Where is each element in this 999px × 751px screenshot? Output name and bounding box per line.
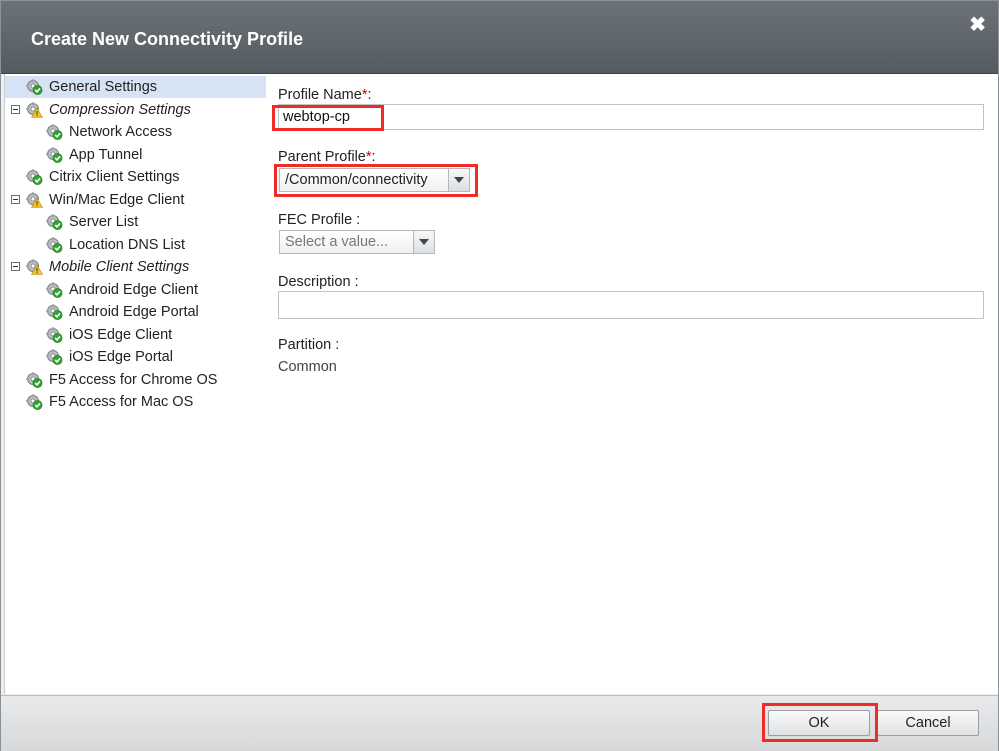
tree-item-label: Location DNS List xyxy=(69,236,186,253)
profile-name-label: Profile Name*: xyxy=(278,87,372,103)
dialog-title: Create New Connectivity Profile xyxy=(31,29,304,49)
tree-item-label: Android Edge Client xyxy=(69,281,198,298)
gear-check-icon xyxy=(45,214,63,230)
tree-item-label: App Tunnel xyxy=(69,146,143,163)
gear-check-icon xyxy=(25,371,43,388)
tree-item-f5-access-for-mac-os[interactable]: F5 Access for Mac OS xyxy=(5,391,266,413)
gear-check-icon xyxy=(45,349,63,365)
close-icon[interactable]: ✖ xyxy=(969,15,986,35)
tree-item-app-tunnel[interactable]: App Tunnel xyxy=(5,144,266,166)
tree-item-location-dns-list[interactable]: Location DNS List xyxy=(5,234,266,256)
fec-profile-select[interactable]: Select a value... xyxy=(279,230,435,254)
gear-check-icon xyxy=(45,304,63,320)
tree-item-f5-access-for-chrome-os[interactable]: F5 Access for Chrome OS xyxy=(5,369,266,391)
tree-item-label: Server List xyxy=(69,214,139,230)
collapse-toggle-icon[interactable] xyxy=(11,194,20,204)
description-input[interactable] xyxy=(278,291,984,319)
partition-value: Common xyxy=(278,359,337,375)
chevron-down-icon[interactable] xyxy=(448,169,469,191)
parent-profile-value: /Common/connectivity xyxy=(285,172,428,188)
tree-item-ios-edge-portal[interactable]: iOS Edge Portal xyxy=(5,346,266,368)
gear-warning-icon xyxy=(25,191,44,208)
gear-check-icon xyxy=(45,146,63,163)
gear-warning-icon xyxy=(25,259,44,275)
tree-item-citrix-client-settings[interactable]: Citrix Client Settings xyxy=(5,166,266,188)
tree-item-label: F5 Access for Chrome OS xyxy=(49,371,218,388)
parent-profile-select[interactable]: /Common/connectivity xyxy=(279,168,470,192)
tree-item-general-settings[interactable]: General Settings xyxy=(5,76,266,98)
chevron-down-icon[interactable] xyxy=(413,231,434,253)
parent-profile-label: Parent Profile*: xyxy=(278,149,376,165)
tree-item-win-mac-edge-client[interactable]: Win/Mac Edge Client xyxy=(5,189,266,211)
tree-item-label: F5 Access for Mac OS xyxy=(49,394,194,410)
tree-item-label: Network Access xyxy=(69,124,173,140)
tree-item-compression-settings[interactable]: Compression Settings xyxy=(5,99,266,121)
tree-item-label: General Settings xyxy=(49,79,158,95)
create-connectivity-profile-dialog: Create New Connectivity Profile ✖ Genera… xyxy=(0,0,999,751)
gear-check-icon xyxy=(25,169,43,185)
tree-item-label: Win/Mac Edge Client xyxy=(49,191,185,208)
gear-warning-icon xyxy=(25,101,44,118)
tree-item-label: Mobile Client Settings xyxy=(49,259,190,275)
collapse-toggle-icon[interactable] xyxy=(11,104,20,114)
tree-item-mobile-client-settings[interactable]: Mobile Client Settings xyxy=(5,256,266,278)
tree-item-network-access[interactable]: Network Access xyxy=(5,121,266,143)
fec-profile-label: FEC Profile : xyxy=(278,212,361,228)
gear-check-icon xyxy=(45,281,63,298)
tree-item-server-list[interactable]: Server List xyxy=(5,211,266,233)
settings-tree: General Settings Compression Settings Netw… xyxy=(4,74,267,694)
description-label: Description : xyxy=(278,274,359,290)
gear-check-icon xyxy=(25,79,43,95)
tree-item-android-edge-client[interactable]: Android Edge Client xyxy=(5,279,266,301)
gear-check-icon xyxy=(45,326,63,343)
general-settings-panel: Profile Name*: Parent Profile*: /Common/… xyxy=(266,74,998,694)
collapse-toggle-icon[interactable] xyxy=(11,262,20,271)
partition-label: Partition : xyxy=(278,337,340,353)
tree-item-label: Compression Settings xyxy=(49,101,191,118)
gear-check-icon xyxy=(45,124,63,140)
ok-button[interactable]: OK xyxy=(768,710,870,736)
gear-check-icon xyxy=(45,236,63,253)
cancel-button[interactable]: Cancel xyxy=(877,710,979,736)
fec-profile-placeholder: Select a value... xyxy=(285,234,389,250)
tree-item-label: iOS Edge Client xyxy=(69,326,173,343)
tree-item-label: iOS Edge Portal xyxy=(69,349,173,365)
gear-check-icon xyxy=(25,394,43,410)
profile-name-input[interactable] xyxy=(278,104,984,130)
tree-item-android-edge-portal[interactable]: Android Edge Portal xyxy=(5,301,266,323)
dialog-titlebar: Create New Connectivity Profile ✖ xyxy=(1,1,998,74)
tree-item-label: Android Edge Portal xyxy=(69,304,199,320)
dialog-footer: OK Cancel xyxy=(1,695,998,751)
tree-item-ios-edge-client[interactable]: iOS Edge Client xyxy=(5,324,266,346)
tree-item-label: Citrix Client Settings xyxy=(49,169,180,185)
